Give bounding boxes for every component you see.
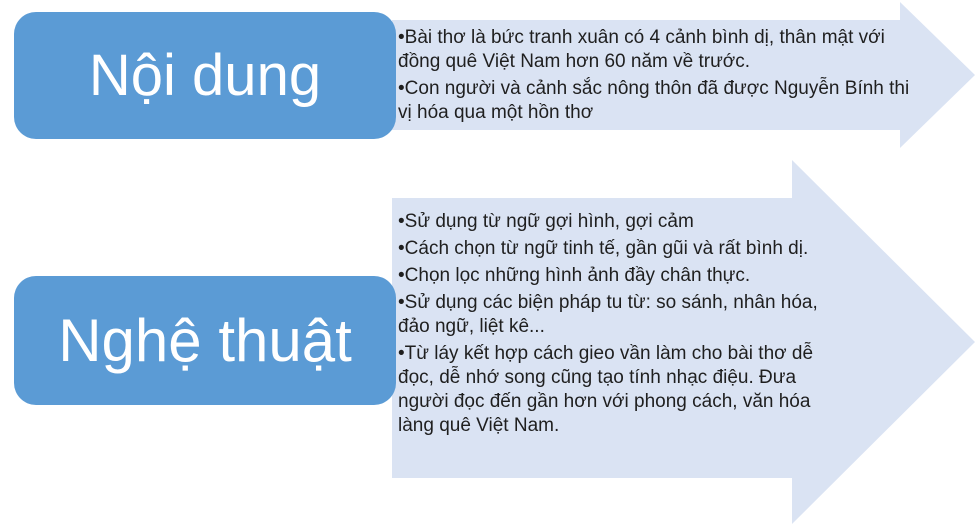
art-bullet-item: Sử dụng từ ngữ gợi hình, gợi cảm <box>398 210 838 234</box>
bullet-text: Sử dụng từ ngữ gợi hình, gợi cảm <box>404 211 694 232</box>
art-bullet-item: Cách chọn từ ngữ tinh tế, gần gũi và rất… <box>398 237 838 261</box>
art-bullet-list: Sử dụng từ ngữ gợi hình, gợi cảm Cách ch… <box>398 210 838 441</box>
art-title: Nghệ thuật <box>58 307 352 374</box>
art-label-box: Nghệ thuật <box>14 276 396 405</box>
bullet-text: Con người và cảnh sắc nông thôn đã được … <box>398 78 910 123</box>
bullet-text: Bài thơ là bức tranh xuân có 4 cảnh bình… <box>398 27 885 72</box>
content-bullet-item: Con người và cảnh sắc nông thôn đã được … <box>398 77 918 125</box>
content-label-box: Nội dung <box>14 12 396 139</box>
content-title: Nội dung <box>88 43 322 108</box>
bullet-text: Sử dụng các biện pháp tu từ: so sánh, nh… <box>398 292 818 337</box>
art-bullet-item: Chọn lọc những hình ảnh đầy chân thực. <box>398 264 838 288</box>
content-bullet-list: Bài thơ là bức tranh xuân có 4 cảnh bình… <box>398 26 918 128</box>
art-bullet-item: Từ láy kết hợp cách gieo vần làm cho bài… <box>398 342 838 438</box>
content-bullet-item: Bài thơ là bức tranh xuân có 4 cảnh bình… <box>398 26 918 74</box>
bullet-text: Từ láy kết hợp cách gieo vần làm cho bài… <box>398 343 814 436</box>
bullet-text: Chọn lọc những hình ảnh đầy chân thực. <box>404 265 751 286</box>
art-bullet-item: Sử dụng các biện pháp tu từ: so sánh, nh… <box>398 291 838 339</box>
bullet-text: Cách chọn từ ngữ tinh tế, gần gũi và rất… <box>404 238 809 259</box>
